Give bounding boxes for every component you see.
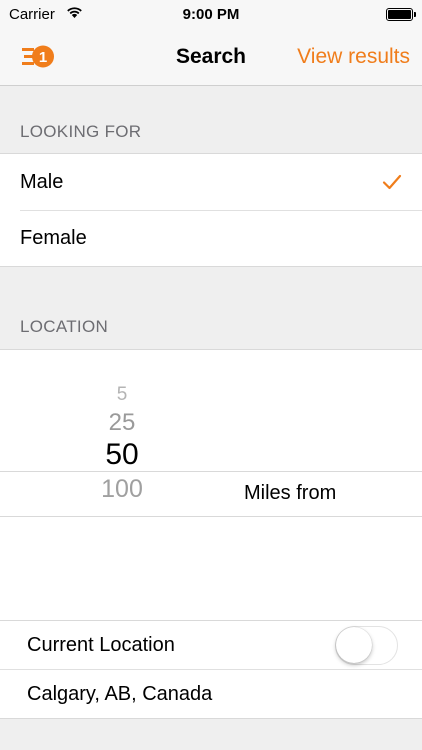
location-source-group: Current Location Calgary, AB, Canada: [0, 620, 422, 719]
distance-option[interactable]: 5: [0, 384, 244, 406]
distance-option[interactable]: 25: [0, 409, 244, 437]
current-location-toggle[interactable]: [335, 626, 398, 665]
looking-for-group: Male Female: [0, 153, 422, 267]
navigation-bar: 1 Search View results: [0, 30, 422, 86]
miles-from-label: Miles from: [244, 482, 337, 504]
current-location-row: Current Location: [0, 621, 422, 669]
option-female-label: Female: [20, 227, 87, 249]
option-male-label: Male: [20, 171, 64, 193]
current-location-label: Current Location: [27, 634, 175, 656]
location-place-label: Calgary, AB, Canada: [27, 683, 213, 705]
option-male[interactable]: Male: [0, 154, 422, 210]
distance-picker[interactable]: 5 25 50 100 Miles from: [0, 349, 422, 621]
picker-selection-divider: [0, 471, 422, 472]
toggle-knob: [336, 627, 372, 663]
checkmark-icon: [382, 172, 402, 192]
view-results-button[interactable]: View results: [297, 45, 410, 69]
location-place-row[interactable]: Calgary, AB, Canada: [0, 670, 422, 718]
option-female[interactable]: Female: [0, 210, 422, 266]
clock: 9:00 PM: [182, 6, 240, 23]
battery-icon: [386, 8, 416, 21]
status-bar: Carrier 9:00 PM: [0, 0, 422, 30]
distance-option[interactable]: 100: [0, 475, 244, 504]
location-header: LOCATION: [20, 317, 109, 336]
looking-for-header: LOOKING FOR: [20, 122, 142, 141]
picker-selection-divider: [0, 516, 422, 517]
distance-option-selected[interactable]: 50: [0, 438, 244, 472]
